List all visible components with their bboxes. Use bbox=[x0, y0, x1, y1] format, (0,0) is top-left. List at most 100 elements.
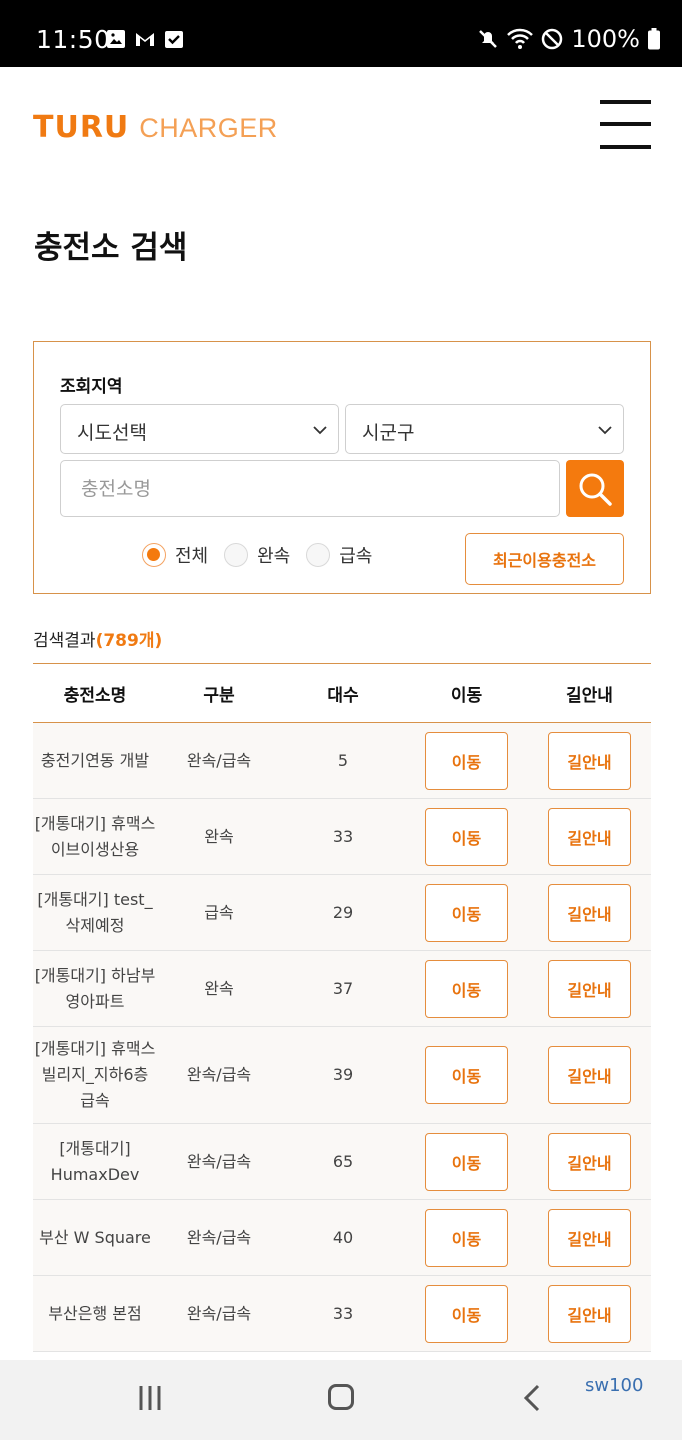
district-select-value: 시군구 bbox=[362, 422, 415, 444]
directions-button[interactable]: 길안내 bbox=[548, 807, 631, 866]
move-button[interactable]: 이동 bbox=[425, 1208, 508, 1267]
gmail-icon bbox=[136, 33, 154, 46]
table-row: [개통대기] 휴맥스 이브이생산용 완속 33 이동 길안내 bbox=[33, 799, 651, 875]
system-nav-bar: sw100 bbox=[0, 1360, 682, 1440]
check-box-icon bbox=[165, 31, 183, 48]
table-header: 충전소명 구분 대수 이동 길안내 bbox=[33, 664, 651, 723]
home-icon[interactable] bbox=[328, 1384, 354, 1410]
result-label: 검색결과 bbox=[33, 631, 96, 651]
move-button[interactable]: 이동 bbox=[425, 1046, 508, 1104]
result-count-value: (789개) bbox=[95, 631, 163, 651]
directions-button[interactable]: 길안내 bbox=[548, 1046, 631, 1104]
table-row: [개통대기] HumaxDev 완속/급속 65 이동 길안내 bbox=[33, 1124, 651, 1200]
table-row: 부산 W Square 완속/급속 40 이동 길안내 bbox=[33, 1200, 651, 1276]
directions-button[interactable]: 길안내 bbox=[548, 1132, 631, 1191]
radio-label: 완속 bbox=[257, 546, 291, 567]
do-not-disturb-icon bbox=[542, 28, 563, 50]
column-header: 이동 bbox=[450, 685, 483, 706]
directions-button[interactable]: 길안내 bbox=[548, 959, 631, 1018]
recent-stations-button[interactable]: 최근이용충전소 bbox=[465, 533, 624, 585]
radio-label: 급속 bbox=[339, 546, 373, 567]
charger-count: 5 bbox=[337, 750, 349, 770]
search-icon bbox=[579, 473, 612, 506]
station-type: 완속/급속 bbox=[186, 1303, 252, 1323]
wifi-icon bbox=[507, 28, 534, 49]
turu-charger-logo[interactable]: TURU CHARGER bbox=[33, 110, 278, 145]
column-header: 구분 bbox=[203, 685, 235, 706]
directions-button[interactable]: 길안내 bbox=[548, 1208, 631, 1267]
charger-count: 40 bbox=[332, 1227, 354, 1247]
logo-charger-text: CHARGER bbox=[139, 113, 278, 143]
mute-icon bbox=[479, 30, 498, 48]
station-type: 완속/급속 bbox=[186, 1065, 252, 1084]
table-row: [개통대기] 휴맥스 빌리지_지하6층 급속 완속/급속 39 이동 길안내 bbox=[33, 1027, 651, 1124]
station-name-input[interactable] bbox=[60, 460, 560, 517]
hamburger-menu-icon[interactable] bbox=[600, 100, 651, 150]
station-type: 완속/급속 bbox=[186, 1227, 252, 1247]
column-header: 충전소명 bbox=[63, 685, 127, 706]
radio-slow[interactable]: 완속 bbox=[224, 542, 290, 568]
charger-count: 29 bbox=[332, 902, 354, 922]
province-select[interactable]: 시도선택 bbox=[60, 404, 339, 454]
build-tag: sw100 bbox=[585, 1375, 644, 1396]
table-row: [개통대기] 하남부 영아파트 완속 37 이동 길안내 bbox=[33, 951, 651, 1027]
station-type: 급속 bbox=[204, 902, 234, 922]
station-name: [개통대기] test_ 삭제예정 bbox=[37, 889, 153, 935]
directions-button[interactable]: 길안내 bbox=[548, 731, 631, 790]
district-select[interactable]: 시군구 bbox=[345, 404, 624, 454]
battery-percent: 100% bbox=[571, 25, 640, 53]
move-button[interactable]: 이동 bbox=[425, 807, 508, 866]
result-count: 검색결과(789개) bbox=[33, 626, 162, 651]
search-panel: 조회지역 시도선택 시군구 전체 완속 급속 최근이용충전소 bbox=[33, 341, 651, 594]
station-name: [개통대기] 하남부 영아파트 bbox=[34, 965, 156, 1011]
move-button[interactable]: 이동 bbox=[425, 1284, 508, 1343]
station-name: [개통대기] 휴맥스 빌리지_지하6층 급속 bbox=[34, 1039, 156, 1110]
column-header: 길안내 bbox=[566, 685, 613, 706]
status-time: 11:50 bbox=[36, 25, 111, 54]
radio-fast[interactable]: 급속 bbox=[306, 542, 372, 568]
chevron-down-icon bbox=[313, 426, 327, 435]
directions-button[interactable]: 길안내 bbox=[548, 1284, 631, 1343]
search-button[interactable] bbox=[566, 460, 624, 517]
move-button[interactable]: 이동 bbox=[425, 731, 508, 790]
table-row: 충전기연동 개발 완속/급속 5 이동 길안내 bbox=[33, 723, 651, 799]
move-button[interactable]: 이동 bbox=[425, 883, 508, 942]
radio-circle[interactable] bbox=[224, 543, 249, 567]
image-icon bbox=[107, 30, 125, 48]
province-select-value: 시도선택 bbox=[77, 422, 147, 444]
charger-count: 33 bbox=[332, 826, 354, 846]
battery-icon bbox=[648, 28, 660, 50]
station-type: 완속/급속 bbox=[186, 1151, 252, 1171]
chevron-down-icon bbox=[598, 426, 612, 435]
radio-circle[interactable] bbox=[306, 543, 331, 567]
recent-apps-icon[interactable] bbox=[138, 1385, 164, 1411]
charger-count: 39 bbox=[332, 1065, 354, 1084]
status-bar: 11:50 100% bbox=[0, 0, 682, 67]
move-button[interactable]: 이동 bbox=[425, 1132, 508, 1191]
region-label: 조회지역 bbox=[60, 377, 123, 397]
charge-type-radio-group: 전체 완속 급속 bbox=[142, 542, 388, 568]
station-name: [개통대기] 휴맥스 이브이생산용 bbox=[34, 813, 156, 859]
results-table: 충전소명 구분 대수 이동 길안내 충전기연동 개발 완속/급속 5 이동 길안… bbox=[33, 663, 651, 1352]
station-name: 충전기연동 개발 bbox=[40, 750, 150, 770]
move-button[interactable]: 이동 bbox=[425, 959, 508, 1018]
station-name: 부산은행 본점 bbox=[48, 1303, 142, 1323]
charger-count: 65 bbox=[332, 1151, 354, 1171]
station-name: 부산 W Square bbox=[39, 1227, 151, 1247]
back-icon[interactable] bbox=[522, 1384, 542, 1412]
directions-button[interactable]: 길안내 bbox=[548, 883, 631, 942]
column-header: 대수 bbox=[327, 685, 359, 706]
station-type: 완속 bbox=[204, 826, 234, 846]
station-type: 완속 bbox=[204, 978, 234, 998]
station-name: [개통대기] HumaxDev bbox=[50, 1138, 140, 1184]
radio-label: 전체 bbox=[175, 546, 209, 567]
logo-turu-text: TURU bbox=[33, 110, 130, 145]
charger-count: 37 bbox=[332, 978, 354, 998]
radio-circle-checked[interactable] bbox=[142, 543, 166, 567]
table-row: [개통대기] test_ 삭제예정 급속 29 이동 길안내 bbox=[33, 875, 651, 951]
table-row: 부산은행 본점 완속/급속 33 이동 길안내 bbox=[33, 1276, 651, 1352]
radio-all[interactable]: 전체 bbox=[142, 542, 208, 568]
station-type: 완속/급속 bbox=[186, 750, 252, 770]
page-title: 충전소 검색 bbox=[34, 230, 188, 266]
charger-count: 33 bbox=[332, 1303, 354, 1323]
